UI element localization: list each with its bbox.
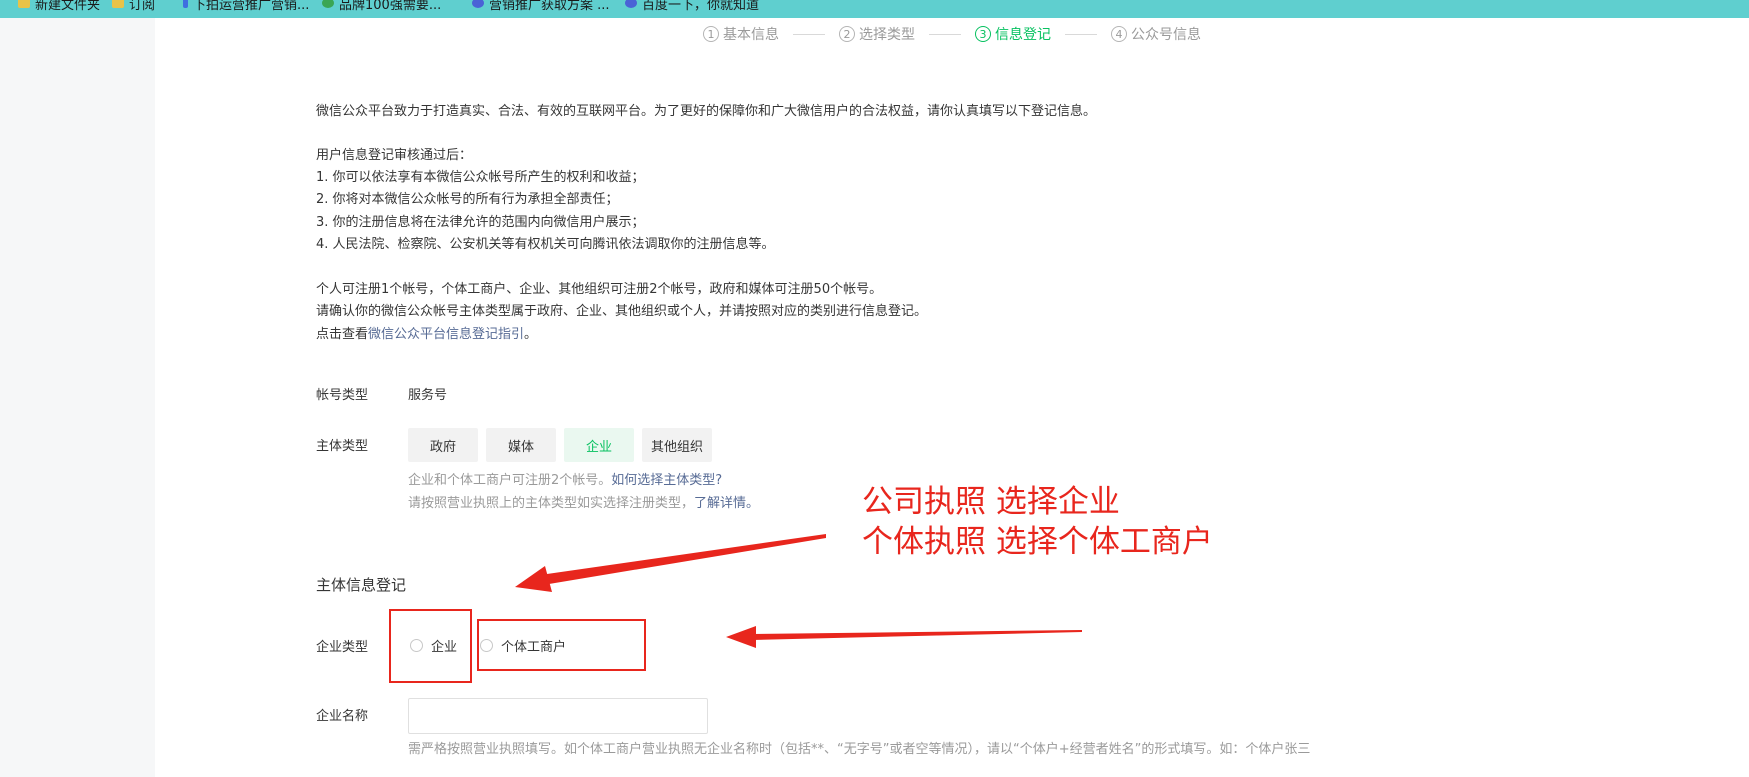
annotation-arrow-section <box>540 534 826 585</box>
section-title: 主体信息登记 <box>316 576 407 594</box>
bookmark-item[interactable]: 营销推广获取方案 ... <box>472 0 610 13</box>
subject-hint-2: 请按照营业执照上的主体类型如实选择注册类型，了解详情。 <box>408 496 760 511</box>
baidu-icon <box>625 0 637 8</box>
bookmark-item[interactable]: 新建文件夹 <box>18 0 100 13</box>
annotation-line-2: 个体执照 选择个体工商户 <box>862 524 1213 560</box>
rule-text: 请确认你的微信公众帐号主体类型属于政府、企业、其他组织或个人，并请按照对应的类别… <box>316 304 928 319</box>
bookmark-icon <box>183 0 188 8</box>
baidu-icon <box>472 0 484 8</box>
account-type-value: 服务号 <box>408 388 448 403</box>
folder-icon <box>112 0 124 8</box>
enterprise-name-label: 企业名称 <box>316 709 369 724</box>
guide-link[interactable]: 微信公众平台信息登记指引 <box>368 327 524 342</box>
step-basic-info: 1 基本信息 <box>703 24 779 44</box>
after-approval-item: 2. 你将对本微信公众帐号的所有行为承担全部责任； <box>316 192 619 207</box>
learn-more-link[interactable]: 了解详情。 <box>694 496 759 511</box>
annotation-arrow-radio <box>752 630 1082 640</box>
after-approval-item: 3. 你的注册信息将在法律允许的范围内向微信用户展示； <box>316 215 645 230</box>
enterprise-type-label: 企业类型 <box>316 640 369 655</box>
enterprise-name-hint: 需严格按照营业执照填写。如个体工商户营业执照无企业名称时（包括**、“无字号”或… <box>408 742 1311 757</box>
subject-option-media[interactable]: 媒体 <box>486 428 556 462</box>
subject-option-other[interactable]: 其他组织 <box>642 428 712 462</box>
bookmark-item[interactable]: 订阅 <box>112 0 155 13</box>
subject-type-label: 主体类型 <box>316 439 369 454</box>
after-approval-item: 4. 人民法院、检察院、公安机关等有权机关可向腾讯依法调取你的注册信息等。 <box>316 237 775 252</box>
progress-steps: 1 基本信息 2 选择类型 3 信息登记 4 公众号信息 <box>703 24 1201 44</box>
step-divider <box>1065 33 1097 35</box>
subject-option-enterprise[interactable]: 企业 <box>564 428 634 462</box>
bookmark-item[interactable]: 品牌100强需要... <box>322 0 441 13</box>
annotation-arrowhead-section <box>515 566 552 592</box>
intro-text: 微信公众平台致力于打造真实、合法、有效的互联网平台。为了更好的保障你和广大微信用… <box>316 104 1097 119</box>
account-type-label: 帐号类型 <box>316 388 369 403</box>
step-divider <box>929 33 961 35</box>
after-approval-item: 1. 你可以依法享有本微信公众帐号所产生的权利和收益； <box>316 170 645 185</box>
annotation-box-individual <box>477 619 646 671</box>
step-select-type: 2 选择类型 <box>839 24 915 44</box>
annotation-arrowhead-radio <box>726 626 756 648</box>
bookmark-item[interactable]: 百度一下，你就知道 <box>625 0 759 13</box>
step-divider <box>793 33 825 35</box>
site-icon <box>322 0 334 8</box>
bookmarks-bar: 新建文件夹 订阅 下拍运营推广营销... 品牌100强需要... 营销推广获取方… <box>0 0 1749 18</box>
step-info-register: 3 信息登记 <box>975 24 1051 44</box>
rule-text: 个人可注册1个帐号，个体工商户、企业、其他组织可注册2个帐号，政府和媒体可注册5… <box>316 282 883 297</box>
step-account-info: 4 公众号信息 <box>1111 24 1201 44</box>
guide-line: 点击查看微信公众平台信息登记指引。 <box>316 327 538 342</box>
annotation-line-1: 公司执照 选择企业 <box>862 484 1120 520</box>
enterprise-name-input[interactable] <box>408 698 708 734</box>
after-approval-title: 用户信息登记审核通过后： <box>316 148 473 163</box>
subject-hint-1: 企业和个体工商户可注册2个帐号。如何选择主体类型? <box>408 473 723 488</box>
folder-icon <box>18 0 30 8</box>
annotation-box-enterprise <box>389 609 472 683</box>
subject-option-government[interactable]: 政府 <box>408 428 478 462</box>
how-to-choose-link[interactable]: 如何选择主体类型? <box>611 473 722 488</box>
bookmark-item[interactable]: 下拍运营推广营销... <box>183 0 309 13</box>
sidebar <box>0 18 155 777</box>
